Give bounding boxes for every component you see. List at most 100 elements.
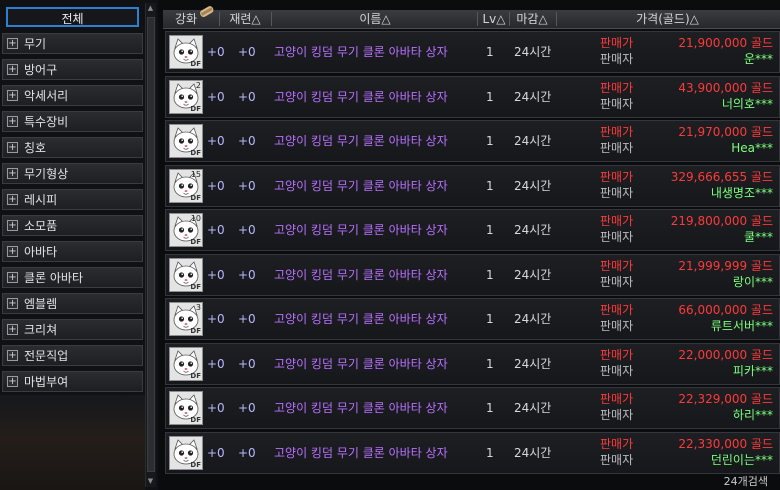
result-count: 24개검색	[723, 475, 768, 488]
item-tag: DF	[190, 149, 201, 157]
item-icon[interactable]: 15 DF	[169, 168, 203, 203]
seller-label: 판매자	[600, 363, 634, 378]
item-icon[interactable]: DF	[169, 124, 203, 158]
price-label: 판매가	[600, 125, 634, 139]
scroll-thumb[interactable]	[147, 17, 155, 472]
item-name[interactable]: 고양이 킹덤 무기 클론 아바타 상자	[274, 210, 448, 250]
category-item[interactable]: + 특수장비	[2, 111, 143, 132]
item-name[interactable]: 고양이 킹덤 무기 클론 아바타 상자	[274, 299, 448, 339]
refine-value: +0	[238, 312, 256, 326]
auction-row[interactable]: DF +0 +0 고양이 킹덤 무기 클론 아바타 상자 1 24시간 판매가 판매자 21,9…	[165, 253, 780, 296]
scroll-up-icon[interactable]: ▲	[146, 3, 155, 14]
scroll-down-icon[interactable]: ▼	[146, 476, 155, 487]
item-icon[interactable]: 3 DF	[169, 302, 203, 336]
expand-plus-icon[interactable]: +	[7, 298, 18, 309]
auction-row[interactable]: DF +0 +0 고양이 킹덤 무기 클론 아바타 상자 1 24시간 판매가 판매자 22,3…	[165, 431, 780, 474]
item-icon[interactable]: DF	[169, 35, 203, 69]
category-label: 아바타	[24, 245, 58, 259]
expand-plus-icon[interactable]: +	[7, 116, 18, 127]
item-tag: DF	[190, 371, 201, 380]
category-label: 레시피	[24, 193, 58, 207]
category-item[interactable]: + 전문직업	[2, 345, 143, 366]
auction-row[interactable]: 2 DF +0 +0 고양이 킹덤 무기 클론 아바타 상자 1 24시간 판매가 판매자 43,…	[165, 75, 780, 118]
header-refine[interactable]: 재련△	[223, 10, 267, 28]
header-deadline[interactable]: 마감△	[511, 10, 553, 28]
header-price[interactable]: 가격(골드)△	[559, 10, 776, 28]
item-name[interactable]: 고양이 킹덤 무기 클론 아바타 상자	[274, 388, 448, 428]
item-icon[interactable]: DF	[169, 346, 203, 381]
price-value: 66,000,000 골드	[678, 303, 773, 317]
auction-row[interactable]: DF +0 +0 고양이 킹덤 무기 클론 아바타 상자 1 24시간 판매가 판매자 22,3…	[165, 387, 780, 429]
auction-row[interactable]: 10 DF +0 +0 고양이 킹덤 무기 클론 아바타 상자 1 24시간 판매가 판매자 21…	[165, 209, 780, 251]
item-level: 1	[486, 312, 494, 326]
refine-value: +0	[238, 223, 256, 237]
category-item[interactable]: + 소모품	[2, 215, 143, 236]
seller-label: 판매자	[600, 274, 634, 289]
auction-row[interactable]: DF +0 +0 고양이 킹덤 무기 클론 아바타 상자 1 24시간 판매가 판매자 22,0…	[165, 342, 780, 385]
expand-plus-icon[interactable]: +	[7, 324, 18, 335]
price-label: 판매가	[600, 214, 634, 228]
expand-plus-icon[interactable]: +	[7, 38, 18, 49]
category-item[interactable]: + 악세서리	[2, 85, 143, 106]
item-name[interactable]: 고양이 킹덤 무기 클론 아바타 상자	[274, 255, 448, 295]
enhance-value: +0	[207, 401, 225, 415]
item-icon[interactable]: 10 DF	[169, 213, 203, 247]
auction-row[interactable]: 15 DF +0 +0 고양이 킹덤 무기 클론 아바타 상자 1 24시간 판매가 판매자 32…	[165, 164, 780, 207]
item-name[interactable]: 고양이 킹덤 무기 클론 아바타 상자	[274, 32, 448, 72]
category-all-tab[interactable]: 전체	[6, 7, 139, 27]
category-item[interactable]: + 방어구	[2, 59, 143, 80]
header-name[interactable]: 이름△	[275, 10, 475, 28]
expand-plus-icon[interactable]: +	[7, 142, 18, 153]
seller-name: 하리***	[732, 408, 773, 422]
expand-plus-icon[interactable]: +	[7, 220, 18, 231]
category-scrollbar[interactable]: ▲ ▼	[145, 3, 156, 487]
price-value: 22,000,000 골드	[678, 347, 773, 362]
item-name[interactable]: 고양이 킹덤 무기 클론 아바타 상자	[274, 77, 448, 117]
category-label: 마법부여	[24, 375, 69, 389]
item-tag: DF	[190, 104, 201, 113]
expand-plus-icon[interactable]: +	[7, 64, 18, 75]
auction-row[interactable]: DF +0 +0 고양이 킹덤 무기 클론 아바타 상자 1 24시간 판매가 판매자 21,9…	[165, 31, 780, 73]
auction-row[interactable]: 3 DF +0 +0 고양이 킹덤 무기 클론 아바타 상자 1 24시간 판매가 판매자 66,…	[165, 298, 780, 340]
expand-plus-icon[interactable]: +	[7, 90, 18, 101]
item-name[interactable]: 고양이 킹덤 무기 클론 아바타 상자	[274, 433, 448, 473]
item-icon[interactable]: DF	[169, 435, 203, 470]
category-item[interactable]: + 엠블렘	[2, 293, 143, 314]
seller-name: 피카***	[732, 363, 773, 378]
category-item[interactable]: + 아바타	[2, 241, 143, 262]
category-item[interactable]: + 무기	[2, 33, 143, 54]
category-label: 소모품	[24, 219, 58, 233]
item-icon[interactable]: DF	[169, 391, 203, 425]
category-item[interactable]: + 칭호	[2, 137, 143, 158]
auction-row[interactable]: DF +0 +0 고양이 킹덤 무기 클론 아바타 상자 1 24시간 판매가 판매자 21,9…	[165, 120, 780, 162]
expand-plus-icon[interactable]: +	[7, 272, 18, 283]
category-label: 칭호	[24, 141, 47, 155]
refine-value: +0	[238, 356, 256, 371]
expand-plus-icon[interactable]: +	[7, 376, 18, 387]
item-name[interactable]: 고양이 킹덤 무기 클론 아바타 상자	[274, 344, 448, 384]
expand-plus-icon[interactable]: +	[7, 350, 18, 361]
seller-name: 쿨***	[743, 230, 773, 244]
expand-plus-icon[interactable]: +	[7, 168, 18, 179]
item-level: 1	[486, 45, 494, 59]
category-item[interactable]: + 레시피	[2, 189, 143, 210]
expand-plus-icon[interactable]: +	[7, 194, 18, 205]
category-item[interactable]: + 크리쳐	[2, 319, 143, 340]
seller-label: 판매자	[600, 52, 634, 66]
item-name[interactable]: 고양이 킹덤 무기 클론 아바타 상자	[274, 166, 448, 206]
item-icon[interactable]: DF	[169, 257, 203, 292]
price-labels: 판매가 판매자	[600, 258, 633, 290]
item-icon[interactable]: 2 DF	[169, 79, 203, 114]
expand-plus-icon[interactable]: +	[7, 246, 18, 257]
price-value: 329,666,655 골드	[670, 169, 773, 184]
seller-name: 랑이***	[732, 274, 773, 289]
stack-count: 15	[190, 169, 201, 179]
category-list: + 무기 + 방어구 + 악세서리 + 특수장비 + 칭호 + 무기형상 + 레시피 + 소모품 + 아바타 + 클론…	[2, 33, 143, 397]
price-value: 43,900,000 골드	[678, 80, 773, 95]
category-item[interactable]: + 클론 아바타	[2, 267, 143, 288]
category-item[interactable]: + 마법부여	[2, 371, 143, 392]
category-item[interactable]: + 무기형상	[2, 163, 143, 184]
header-level[interactable]: Lv△	[479, 10, 509, 28]
price-block: 66,000,000 골드 류트서버***	[678, 302, 773, 334]
item-name[interactable]: 고양이 킹덤 무기 클론 아바타 상자	[274, 121, 448, 161]
